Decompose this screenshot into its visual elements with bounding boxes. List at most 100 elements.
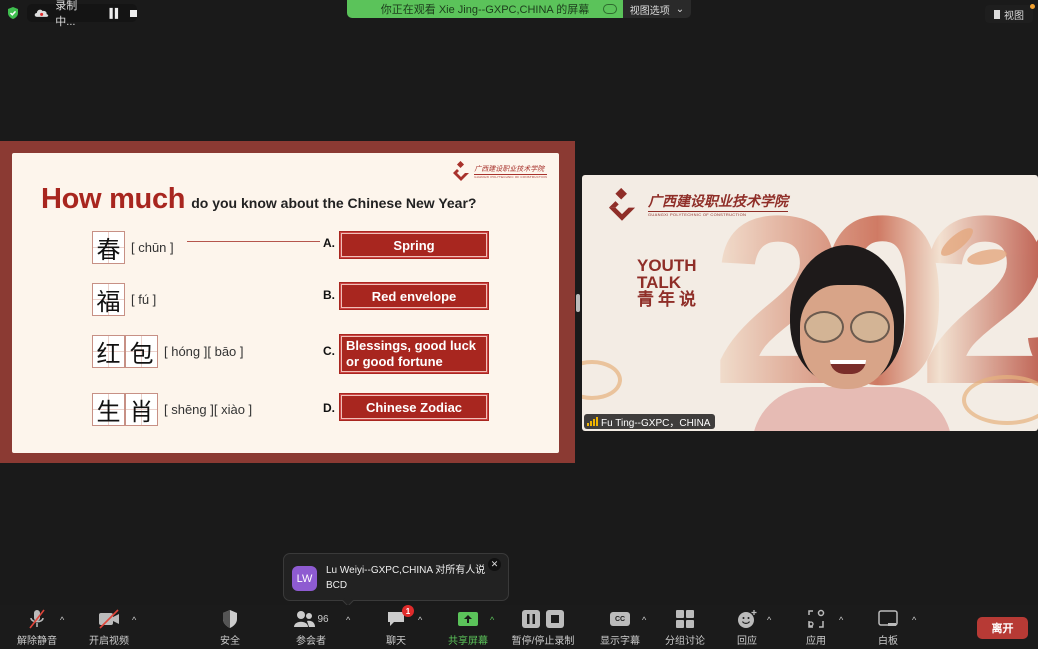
answer-box: Red envelope	[339, 282, 489, 310]
school-logo-mark-icon	[608, 188, 636, 221]
breakout-rooms-button[interactable]: 分组讨论	[655, 609, 715, 647]
view-options-dropdown[interactable]: 视图选项 ⌄	[623, 0, 691, 18]
start-video-button[interactable]: 开启视频	[79, 609, 139, 647]
participants-icon	[294, 611, 316, 627]
participants-options-caret[interactable]: ^	[346, 615, 350, 625]
whiteboard-options-caret[interactable]: ^	[912, 615, 916, 625]
captions-options-caret[interactable]: ^	[642, 615, 646, 625]
microphone-muted-icon	[29, 609, 45, 629]
participant-name: Fu Ting--GXPC，CHINA	[601, 418, 711, 429]
youth-talk-cn: 青年说	[637, 290, 700, 309]
unmute-label: 解除静音	[17, 636, 57, 647]
share-screen-icon	[458, 612, 478, 626]
hanzi-box: 生	[92, 393, 125, 426]
sender-avatar: LW	[292, 566, 317, 591]
school-logo-mark-icon	[453, 161, 470, 181]
glasses-lens	[850, 311, 890, 343]
close-icon[interactable]: ✕	[488, 558, 501, 571]
participant-person	[752, 245, 952, 431]
title-question: do you know about the Chinese New Year?	[191, 195, 477, 211]
answer-letter: B.	[323, 288, 335, 302]
participants-button[interactable]: 96 参会者	[281, 609, 341, 647]
share-options-caret[interactable]: ^	[490, 615, 494, 625]
security-shield-icon[interactable]	[6, 6, 20, 20]
whiteboard-icon	[878, 610, 898, 626]
captions-button[interactable]: CC 显示字幕	[590, 609, 650, 647]
pinyin: [ shēng ][ xiào ]	[164, 402, 253, 417]
chevron-down-icon: ⌄	[675, 3, 685, 15]
hanzi-box: 春	[92, 231, 125, 264]
top-bar: 录制中... ▌▌ 你正在观看 Xie Jing--GXPC,CHINA 的屏幕…	[0, 0, 1038, 28]
video-options-caret[interactable]: ^	[132, 615, 136, 625]
title-emphasis: How much	[41, 183, 186, 215]
chat-unread-badge: 1	[402, 605, 414, 617]
school-name-cn: 广西建设职业技术学院	[648, 194, 788, 210]
hanzi-box: 福	[92, 283, 125, 316]
participants-count: 96	[317, 613, 329, 625]
viewing-screen-banner: 你正在观看 Xie Jing--GXPC,CHINA 的屏幕	[347, 0, 623, 18]
start-video-label: 开启视频	[89, 636, 129, 647]
apps-label: 应用	[806, 636, 826, 647]
chat-notification[interactable]: LW Lu Weiyi--GXPC,CHINA 对所有人说 BCD ✕	[283, 553, 509, 607]
apps-button[interactable]: 应用	[786, 609, 846, 647]
pinyin: [ fú ]	[131, 292, 157, 307]
panel-resize-handle[interactable]	[576, 294, 580, 312]
audio-options-caret[interactable]: ^	[60, 615, 64, 625]
participant-name-tag: Fu Ting--GXPC，CHINA	[584, 414, 716, 429]
view-button[interactable]: 视图	[985, 4, 1035, 23]
vocab-item: 生 肖 [ shēng ][ xiào ]	[92, 393, 252, 426]
pause-icon	[522, 610, 540, 628]
hanzi-box: 肖	[125, 393, 158, 426]
leave-meeting-button[interactable]: 离开	[977, 617, 1028, 639]
breakout-rooms-label: 分组讨论	[665, 636, 705, 647]
pause-recording-button[interactable]: ▌▌	[110, 8, 122, 18]
participants-icon-group: 96	[289, 609, 333, 629]
participants-label: 参会者	[296, 636, 326, 647]
youth-talk-title: YOUTH TALK 青年说	[637, 257, 700, 308]
recording-label: 录制中...	[55, 0, 78, 28]
reactions-options-caret[interactable]: ^	[767, 615, 771, 625]
cloud-icon	[603, 4, 617, 14]
answer-letter: D.	[323, 401, 335, 415]
talk-text: TALK	[637, 273, 682, 292]
smiley-plus-icon	[738, 610, 757, 628]
video-camera-off-icon	[99, 609, 119, 629]
chat-options-caret[interactable]: ^	[418, 615, 422, 625]
school-logo: 广西建设职业技术学院 GUANGXI POLYTECHNIC OF CONSTR…	[451, 161, 547, 183]
unmute-button[interactable]: 解除静音	[7, 609, 67, 647]
answer-box: Chinese Zodiac	[339, 393, 489, 421]
apps-icon	[808, 609, 825, 628]
stop-recording-button[interactable]	[130, 9, 137, 17]
shield-icon	[223, 610, 237, 628]
whiteboard-button[interactable]: 白板	[858, 609, 918, 647]
slide-title: How much do you know about the Chinese N…	[41, 183, 476, 216]
presentation-slide: 广西建设职业技术学院 GUANGXI POLYTECHNIC OF CONSTR…	[12, 153, 559, 453]
cloud-recording-icon	[34, 9, 49, 17]
school-name-cn: 广西建设职业技术学院	[474, 164, 545, 173]
security-button[interactable]: 安全	[200, 609, 260, 647]
pause-stop-recording-label: 暂停/停止录制	[511, 636, 575, 647]
captions-label: 显示字幕	[600, 636, 640, 647]
hanzi-box: 包	[125, 335, 158, 368]
pinyin: [ chūn ]	[131, 240, 174, 255]
answer-box: Spring	[339, 231, 489, 259]
chat-icon-wrap: 1	[384, 605, 414, 629]
school-name-en: GUANGXI POLYTECHNIC OF CONSTRUCTION	[648, 211, 788, 217]
share-screen-button[interactable]: 共享屏幕	[438, 609, 498, 647]
chat-button[interactable]: 1 聊天	[366, 605, 426, 647]
recording-controls-icons	[521, 609, 565, 629]
school-name-en: GUANGXI POLYTECHNIC OF CONSTRUCTION	[474, 173, 547, 179]
signal-strength-icon	[587, 417, 598, 426]
chat-sender: Lu Weiyi--GXPC,CHINA 对所有人说	[326, 565, 486, 576]
school-logo: 广西建设职业技术学院 GUANGXI POLYTECHNIC OF CONSTR…	[604, 188, 788, 224]
pause-stop-recording-button[interactable]: 暂停/停止录制	[506, 609, 580, 647]
viewing-banner-text: 你正在观看 Xie Jing--GXPC,CHINA 的屏幕	[380, 4, 590, 16]
vocab-item: 春 [ chūn ]	[92, 231, 174, 264]
view-options-label: 视图选项	[629, 5, 670, 17]
match-line	[187, 241, 320, 242]
shirt	[752, 387, 952, 431]
apps-options-caret[interactable]: ^	[839, 615, 843, 625]
reactions-label: 回应	[737, 636, 757, 647]
participant-video-tile[interactable]: 2023 广西建设职业技术学院 GUANGXI POLYTECHNIC OF C…	[582, 175, 1038, 431]
hanzi-box: 红	[92, 335, 125, 368]
